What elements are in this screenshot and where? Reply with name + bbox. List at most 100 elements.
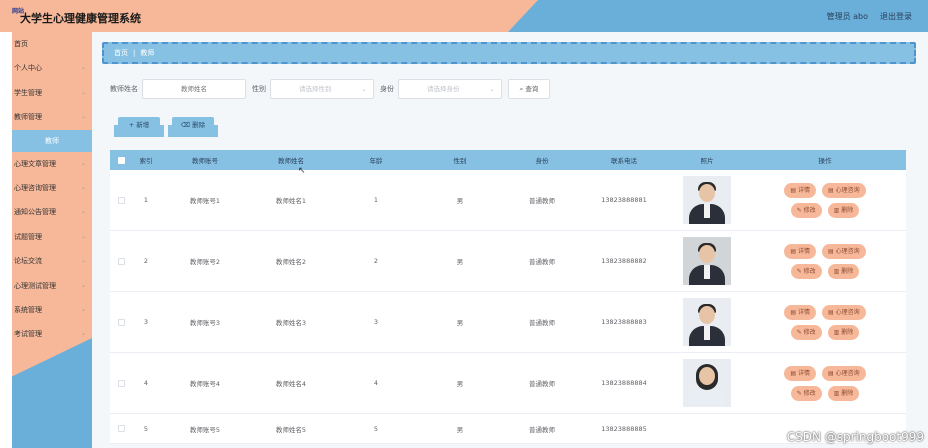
sidebar-item[interactable]: 论坛交流 ⌄: [12, 249, 92, 273]
cell-age: 1: [373, 196, 379, 204]
add-button[interactable]: + 新增: [118, 117, 160, 133]
consult-button[interactable]: ▤ 心理咨询: [822, 182, 866, 198]
cell-name: 教师姓名5: [275, 425, 307, 434]
sidebar-item[interactable]: 教师管理 ⌄: [12, 105, 92, 129]
row-actions-line: ✎ 修改 ▥ 删除: [790, 263, 860, 279]
chevron-down-icon: ⌄: [80, 64, 86, 72]
logout-link[interactable]: 退出登录: [880, 11, 912, 22]
sidebar-item-label: 首页: [14, 40, 28, 48]
chevron-down-icon: ⌄: [80, 88, 86, 96]
select-all-checkbox[interactable]: [117, 156, 125, 164]
filter-bar: 教师姓名 性别 请选择性别 ⌄ 身份 请选择身份 ⌄ ⌕ 查询: [110, 79, 550, 99]
sidebar-item[interactable]: 个人中心 ⌄: [12, 56, 92, 80]
cell-photo: [664, 176, 750, 224]
header-checkbox-cell: [110, 156, 132, 164]
sidebar-item[interactable]: 考试管理 ⌄: [12, 322, 92, 346]
table-row: 2 教师账号2 教师姓名2 2 男普通教师 13823888882 ▤ 详情 ▤ 心理咨询 ✎ …: [110, 231, 906, 292]
header-photo: 照片: [700, 157, 714, 165]
detail-button[interactable]: ▤ 详情: [784, 182, 816, 198]
row-actions-line: ▤ 详情 ▤ 心理咨询: [784, 243, 866, 259]
cell-gender: 男: [456, 380, 464, 388]
chevron-down-icon: ⌄: [80, 232, 86, 240]
pencil-icon: ✎: [796, 328, 804, 336]
row-checkbox[interactable]: [117, 425, 125, 432]
cell-account: 教师账号1: [189, 197, 221, 205]
chevron-down-icon: ⌄: [80, 183, 86, 191]
photo-shirt: [704, 204, 710, 218]
table-row: 4 教师账号4 教师姓名4 4 男普通教师 13823888884 ▤ 详情 ▤ 心理咨询 ✎ …: [110, 353, 906, 414]
delete-button[interactable]: ▥ 删除: [827, 202, 860, 218]
row-checkbox[interactable]: [117, 196, 125, 204]
cell-name: 教师姓名2: [275, 258, 307, 266]
consult-button[interactable]: ▤ 心理咨询: [822, 365, 866, 381]
delete-button[interactable]: ▥ 删除: [827, 263, 860, 279]
row-checkbox[interactable]: [117, 379, 125, 387]
document-icon: ▤: [790, 308, 798, 316]
gender-select[interactable]: 请选择性别 ⌄: [270, 79, 374, 99]
sidebar-item[interactable]: 系统管理 ⌄: [12, 298, 92, 322]
header-gender: 性别: [453, 157, 467, 165]
consult-button[interactable]: ▤ 心理咨询: [822, 243, 866, 259]
consult-button-label: 心理咨询: [835, 308, 860, 316]
mouse-cursor-icon: ↖: [298, 166, 306, 176]
bulk-delete-button[interactable]: ⌫ 删除: [172, 117, 214, 133]
sidebar-item[interactable]: 心理咨询管理 ⌄: [12, 176, 92, 200]
detail-button[interactable]: ▤ 详情: [784, 243, 816, 259]
row-actions-line: ▤ 详情 ▤ 心理咨询: [784, 182, 866, 198]
toolbar: + 新增 ⌫ 删除: [118, 117, 214, 133]
sidebar-item[interactable]: 首页: [12, 32, 92, 56]
cell-photo: [664, 237, 750, 285]
edit-button[interactable]: ✎ 修改: [790, 263, 822, 279]
role-select[interactable]: 请选择身份 ⌄: [398, 79, 502, 99]
row-checkbox[interactable]: [117, 318, 125, 326]
breadcrumb-home[interactable]: 首页: [114, 49, 128, 57]
cell-index: 1: [143, 196, 149, 204]
teacher-photo: [683, 176, 731, 224]
sidebar-item[interactable]: 心理测试管理 ⌄: [12, 274, 92, 298]
edit-button-label: 修改: [803, 267, 816, 275]
row-actions: ▤ 详情 ▤ 心理咨询 ✎ 修改 ▥ 删除: [750, 304, 900, 340]
sidebar-item[interactable]: 试题管理 ⌄: [12, 225, 92, 249]
document-icon: ▤: [790, 369, 798, 377]
cell-role: 普通教师: [529, 380, 555, 388]
photo-shirt: [704, 265, 710, 279]
header-age: 年龄: [369, 157, 383, 165]
search-button-label: 查询: [525, 85, 539, 93]
detail-button-label: 详情: [797, 247, 810, 255]
name-filter-input[interactable]: [142, 79, 246, 99]
detail-button[interactable]: ▤ 详情: [784, 365, 816, 381]
edit-button[interactable]: ✎ 修改: [790, 324, 822, 340]
cell-phone: 13823888882: [601, 257, 647, 265]
delete-button[interactable]: ▥ 删除: [827, 324, 860, 340]
detail-button[interactable]: ▤ 详情: [784, 304, 816, 320]
detail-button-label: 详情: [797, 369, 810, 377]
cell-role: 普通教师: [529, 425, 555, 434]
document-icon: ▤: [828, 369, 836, 377]
delete-button-label: 删除: [841, 267, 854, 275]
sidebar-item-label: 学生管理: [14, 88, 42, 97]
consult-button-label: 心理咨询: [835, 186, 860, 194]
cell-actions: ▤ 详情 ▤ 心理咨询 ✎ 修改 ▥ 删除: [750, 304, 900, 340]
edit-button[interactable]: ✎ 修改: [790, 202, 822, 218]
cell-gender: 男: [456, 425, 464, 434]
sidebar-item[interactable]: 学生管理 ⌄: [12, 81, 92, 105]
cell-age: 5: [373, 424, 379, 433]
sidebar-item-label: 心理文章管理: [14, 159, 56, 168]
sidebar-item[interactable]: 心理文章管理 ⌄: [12, 152, 92, 176]
sidebar-subitem-teacher[interactable]: 教师: [12, 129, 92, 152]
chevron-down-icon: ⌄: [80, 113, 86, 121]
row-checkbox-cell: [110, 318, 132, 326]
edit-button[interactable]: ✎ 修改: [790, 385, 822, 401]
delete-button[interactable]: ▥ 删除: [827, 385, 860, 401]
chevron-down-icon: ⌄: [80, 257, 86, 265]
row-checkbox[interactable]: [117, 257, 125, 265]
cell-actions: ▤ 详情 ▤ 心理咨询 ✎ 修改 ▥ 删除: [750, 365, 900, 401]
sidebar-item[interactable]: 通知公告管理 ⌄: [12, 200, 92, 224]
search-button[interactable]: ⌕ 查询: [508, 79, 550, 99]
header-name: 教师姓名: [278, 157, 304, 165]
teacher-photo: [683, 359, 731, 407]
header-phone: 联系电话: [611, 157, 637, 165]
sidebar-item-label: 心理测试管理: [14, 281, 56, 290]
consult-button[interactable]: ▤ 心理咨询: [822, 304, 866, 320]
cell-role: 普通教师: [529, 197, 555, 205]
